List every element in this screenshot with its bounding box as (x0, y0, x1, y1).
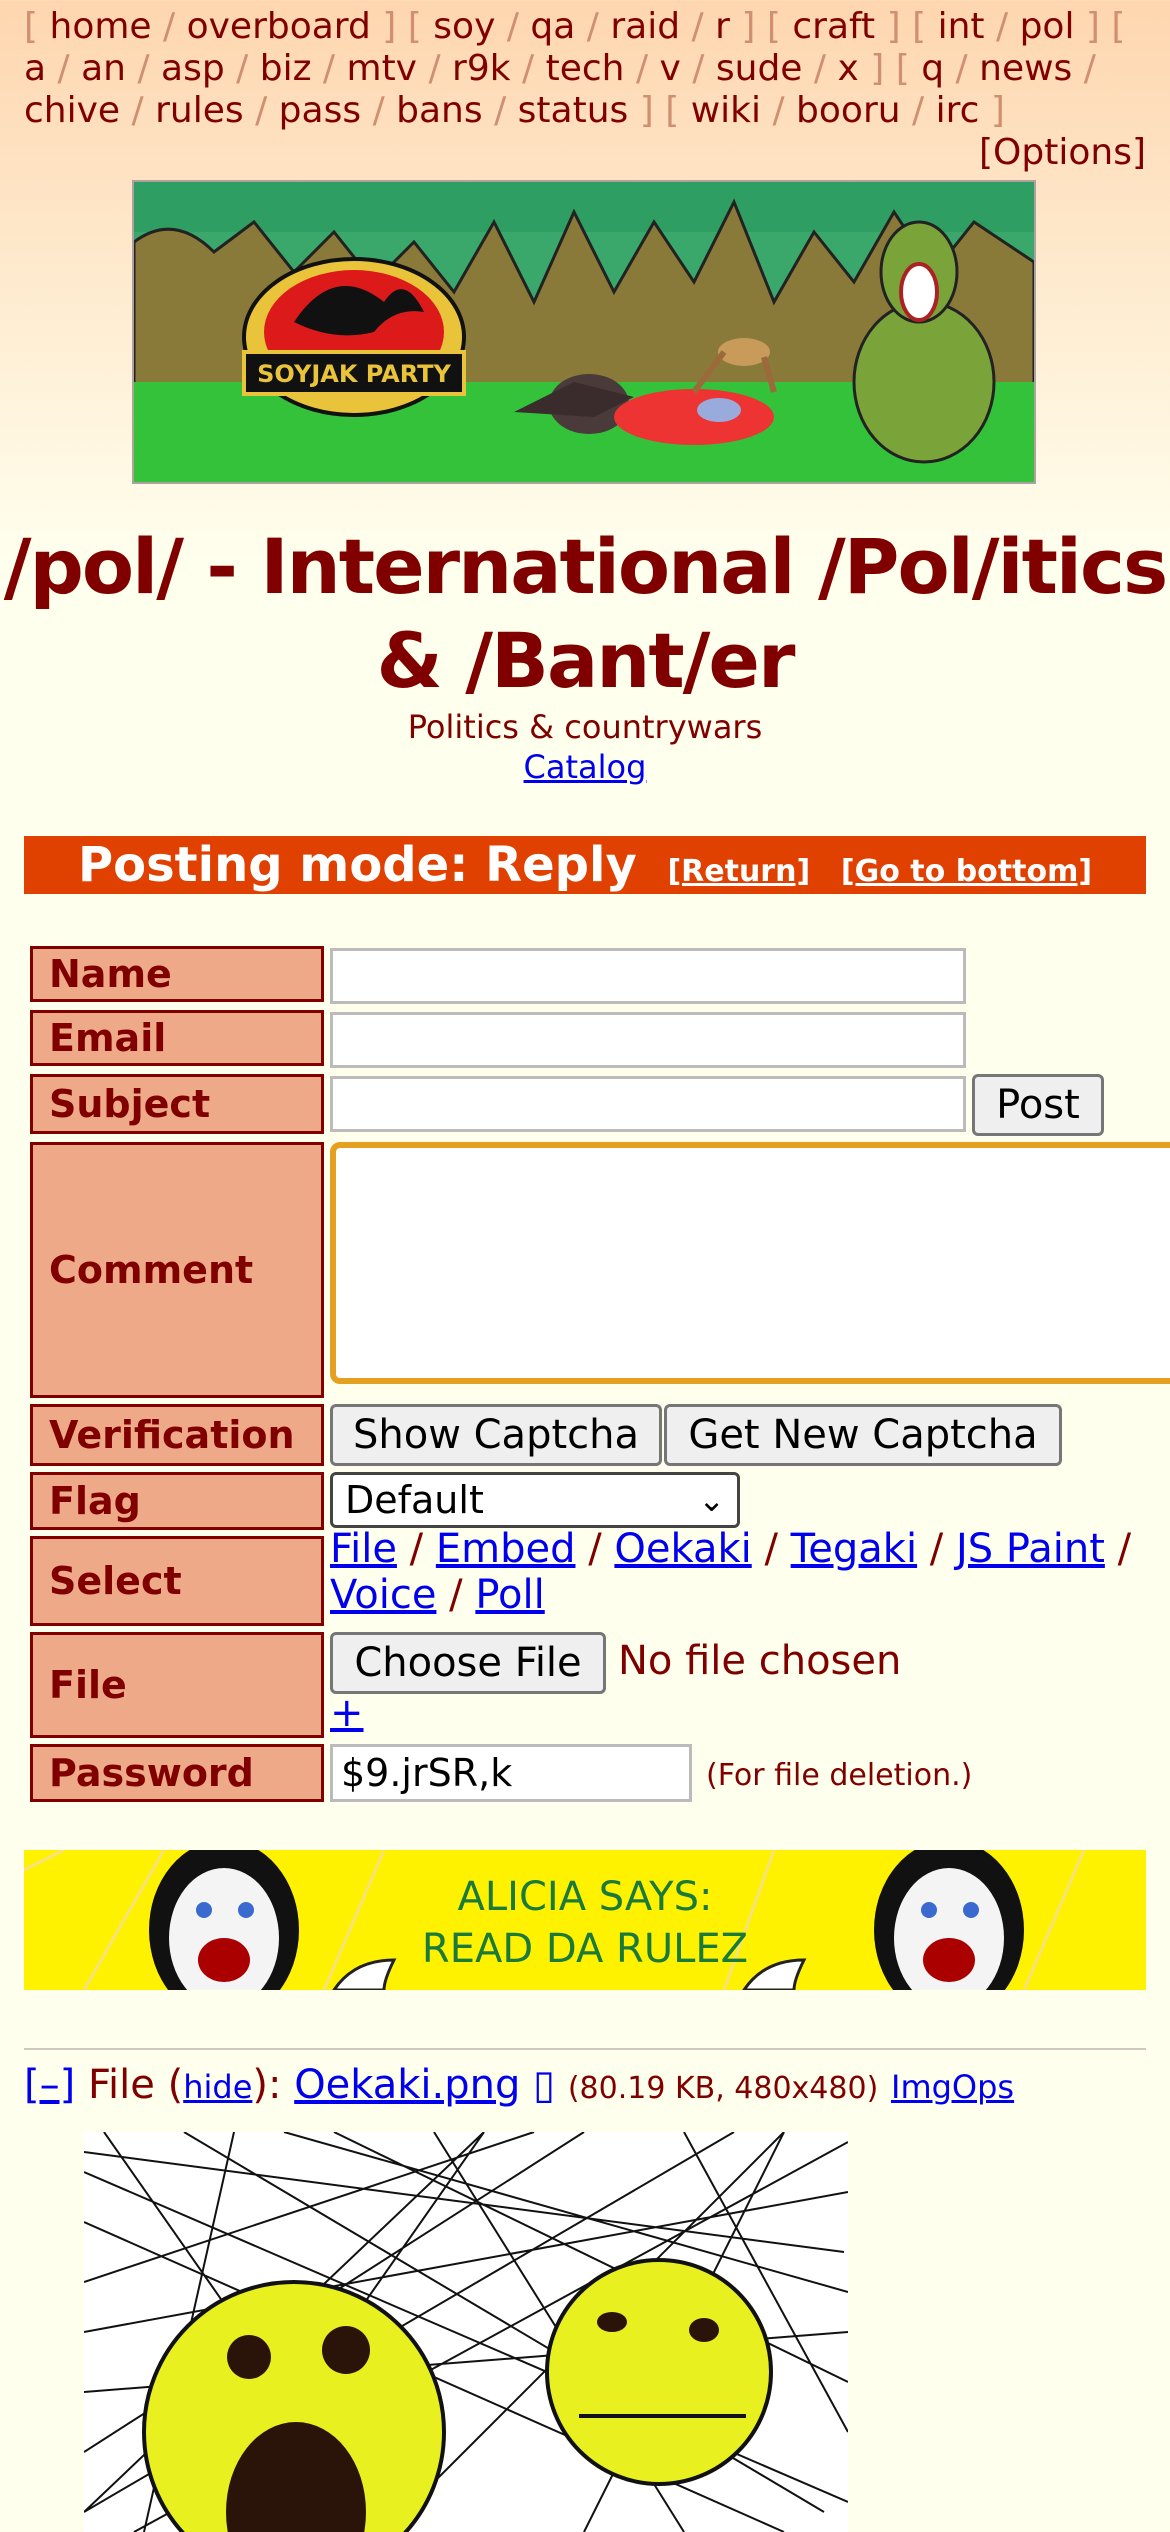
no-file-chosen-text: No file chosen (618, 1638, 902, 1684)
banner-image: SOYJAK PARTY (134, 182, 1034, 482)
email-field[interactable] (330, 1012, 966, 1068)
catalog-link[interactable]: Catalog (524, 748, 647, 786)
nav-link-a[interactable]: a (24, 48, 46, 89)
flag-select-value: Default (345, 1478, 484, 1522)
nav-link-r[interactable]: r (715, 6, 730, 47)
password-field[interactable]: $9.jrSR,k (330, 1744, 692, 1802)
return-link[interactable]: [Return] (667, 854, 810, 889)
select-poll-link[interactable]: Poll (475, 1572, 544, 1618)
post-image[interactable] (84, 2132, 848, 2532)
board-title-line2: & /Bant/er (376, 616, 796, 705)
choose-file-button[interactable]: Choose File (330, 1632, 606, 1694)
nav-link-rules[interactable]: rules (155, 90, 244, 131)
nav-link-news[interactable]: news (979, 48, 1072, 89)
email-label: Email (30, 1010, 324, 1066)
nav-link-pass[interactable]: pass (279, 90, 361, 131)
select-file-link[interactable]: File (330, 1526, 397, 1572)
subject-field[interactable] (330, 1076, 966, 1132)
rules-banner-line1: ALICIA SAYS: (458, 1874, 713, 1920)
file-name-link[interactable]: Oekaki.png (294, 2062, 520, 2108)
show-captcha-button[interactable]: Show Captcha (330, 1404, 662, 1466)
nav-link-bans[interactable]: bans (396, 90, 482, 131)
nav-link-booru[interactable]: booru (796, 90, 901, 131)
file-info: [–] File (hide): Oekaki.png ▯ (80.19 KB,… (24, 2062, 1014, 2108)
password-label: Password (30, 1744, 324, 1802)
nav-link-mtv[interactable]: mtv (347, 48, 418, 89)
nav-link-overboard[interactable]: overboard (187, 6, 371, 47)
name-field[interactable] (330, 948, 966, 1004)
nav-link-pol[interactable]: pol (1020, 6, 1075, 47)
oekaki-thumbnail (84, 2132, 848, 2532)
name-label: Name (30, 946, 324, 1002)
collapse-post-link[interactable]: [–] (24, 2062, 75, 2108)
password-value: $9.jrSR,k (341, 1751, 513, 1795)
select-label: Select (30, 1536, 324, 1626)
add-file-link[interactable]: + (330, 1690, 364, 1736)
site-banner[interactable]: SOYJAK PARTY (132, 180, 1036, 484)
nav-link-tech[interactable]: tech (546, 48, 625, 89)
nav-link-wiki[interactable]: wiki (691, 90, 761, 131)
comment-label: Comment (30, 1142, 324, 1398)
file-meta: (80.19 KB, 480x480) (567, 2071, 879, 2106)
nav-link-status[interactable]: status (518, 90, 629, 131)
select-voice-link[interactable]: Voice (330, 1572, 436, 1618)
post-button[interactable]: Post (972, 1074, 1104, 1136)
nav-link-soy[interactable]: soy (433, 6, 495, 47)
nav-link-irc[interactable]: irc (936, 90, 980, 131)
download-icon[interactable]: ▯ (533, 2062, 555, 2108)
hide-file-link[interactable]: hide (183, 2068, 252, 2106)
attachment-type-links: File / Embed / Oekaki / Tegaki / JS Pain… (330, 1526, 1132, 1618)
options-link[interactable]: [Options] (979, 132, 1146, 173)
select-js-paint-link[interactable]: JS Paint (956, 1526, 1105, 1572)
nav-link-q[interactable]: q (921, 48, 944, 89)
nav-link-qa[interactable]: qa (530, 6, 575, 47)
nav-link-v[interactable]: v (660, 48, 681, 89)
verification-label: Verification (30, 1404, 324, 1466)
board-title-line1: /pol/ - International /Pol/itics (3, 522, 1168, 611)
select-embed-link[interactable]: Embed (436, 1526, 576, 1572)
select-oekaki-link[interactable]: Oekaki (614, 1526, 751, 1572)
nav-link-home[interactable]: home (50, 6, 152, 47)
board-title: /pol/ - International /Pol/itics & /Bant… (0, 520, 1170, 708)
nav-link-r9k[interactable]: r9k (452, 48, 511, 89)
nav-link-raid[interactable]: raid (610, 6, 680, 47)
password-note: (For file deletion.) (706, 1758, 973, 1793)
nav-link-asp[interactable]: asp (161, 48, 225, 89)
select-tegaki-link[interactable]: Tegaki (791, 1526, 917, 1572)
go-to-bottom-link[interactable]: [Go to bottom] (841, 854, 1092, 889)
divider (24, 2048, 1146, 2050)
nav-link-chive[interactable]: chive (24, 90, 120, 131)
board-list-nav: [ home / overboard ] [ soy / qa / raid /… (24, 6, 1126, 131)
flag-select[interactable]: Default ⌄ (330, 1472, 740, 1528)
file-label: File (30, 1632, 324, 1738)
nav-link-sude[interactable]: sude (716, 48, 803, 89)
banner-logo-text: SOYJAK PARTY (257, 360, 451, 388)
flag-label: Flag (30, 1472, 324, 1530)
nav-link-biz[interactable]: biz (260, 48, 312, 89)
rules-banner-line2: READ DA RULEZ (422, 1926, 748, 1972)
nav-link-craft[interactable]: craft (792, 6, 875, 47)
file-prefix-close: ): (252, 2062, 282, 2108)
nav-link-an[interactable]: an (81, 48, 126, 89)
posting-mode-label: Posting mode: Reply (77, 837, 637, 893)
subject-label: Subject (30, 1074, 324, 1134)
file-prefix: File ( (87, 2062, 184, 2108)
imgops-link[interactable]: ImgOps (891, 2068, 1014, 2106)
posting-mode-bar: Posting mode: Reply [Return] [Go to bott… (24, 836, 1146, 894)
comment-textarea[interactable] (330, 1142, 1170, 1384)
rules-banner[interactable]: ALICIA SAYS: READ DA RULEZ (24, 1850, 1146, 1990)
nav-link-int[interactable]: int (938, 6, 985, 47)
nav-link-x[interactable]: x (837, 48, 858, 89)
rules-banner-image: ALICIA SAYS: READ DA RULEZ (24, 1850, 1146, 1990)
chevron-down-icon: ⌄ (698, 1481, 725, 1519)
board-subtitle: Politics & countrywars (407, 708, 763, 746)
get-new-captcha-button[interactable]: Get New Captcha (664, 1404, 1062, 1466)
